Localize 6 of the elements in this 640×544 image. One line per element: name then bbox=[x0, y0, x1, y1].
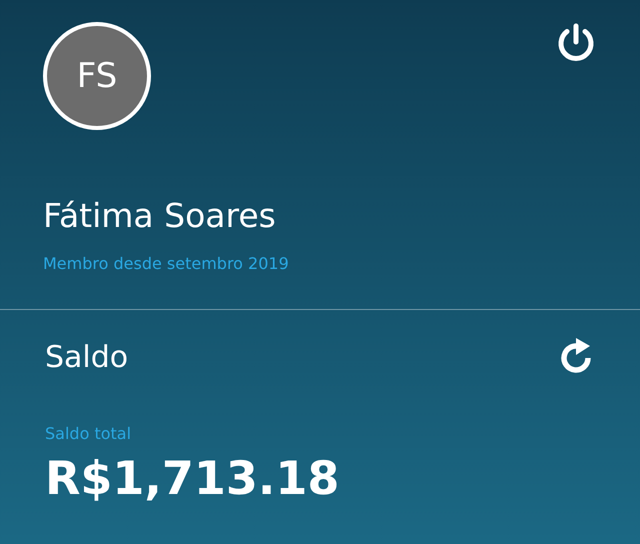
balance-label: Saldo total bbox=[45, 424, 132, 444]
member-since: Membro desde setembro 2019 bbox=[43, 254, 290, 274]
user-name: Fátima Soares bbox=[43, 196, 277, 236]
balance-amount: R$1,713.18 bbox=[45, 450, 340, 506]
balance-title: Saldo bbox=[45, 339, 128, 377]
avatar-initials: FS bbox=[76, 56, 118, 96]
